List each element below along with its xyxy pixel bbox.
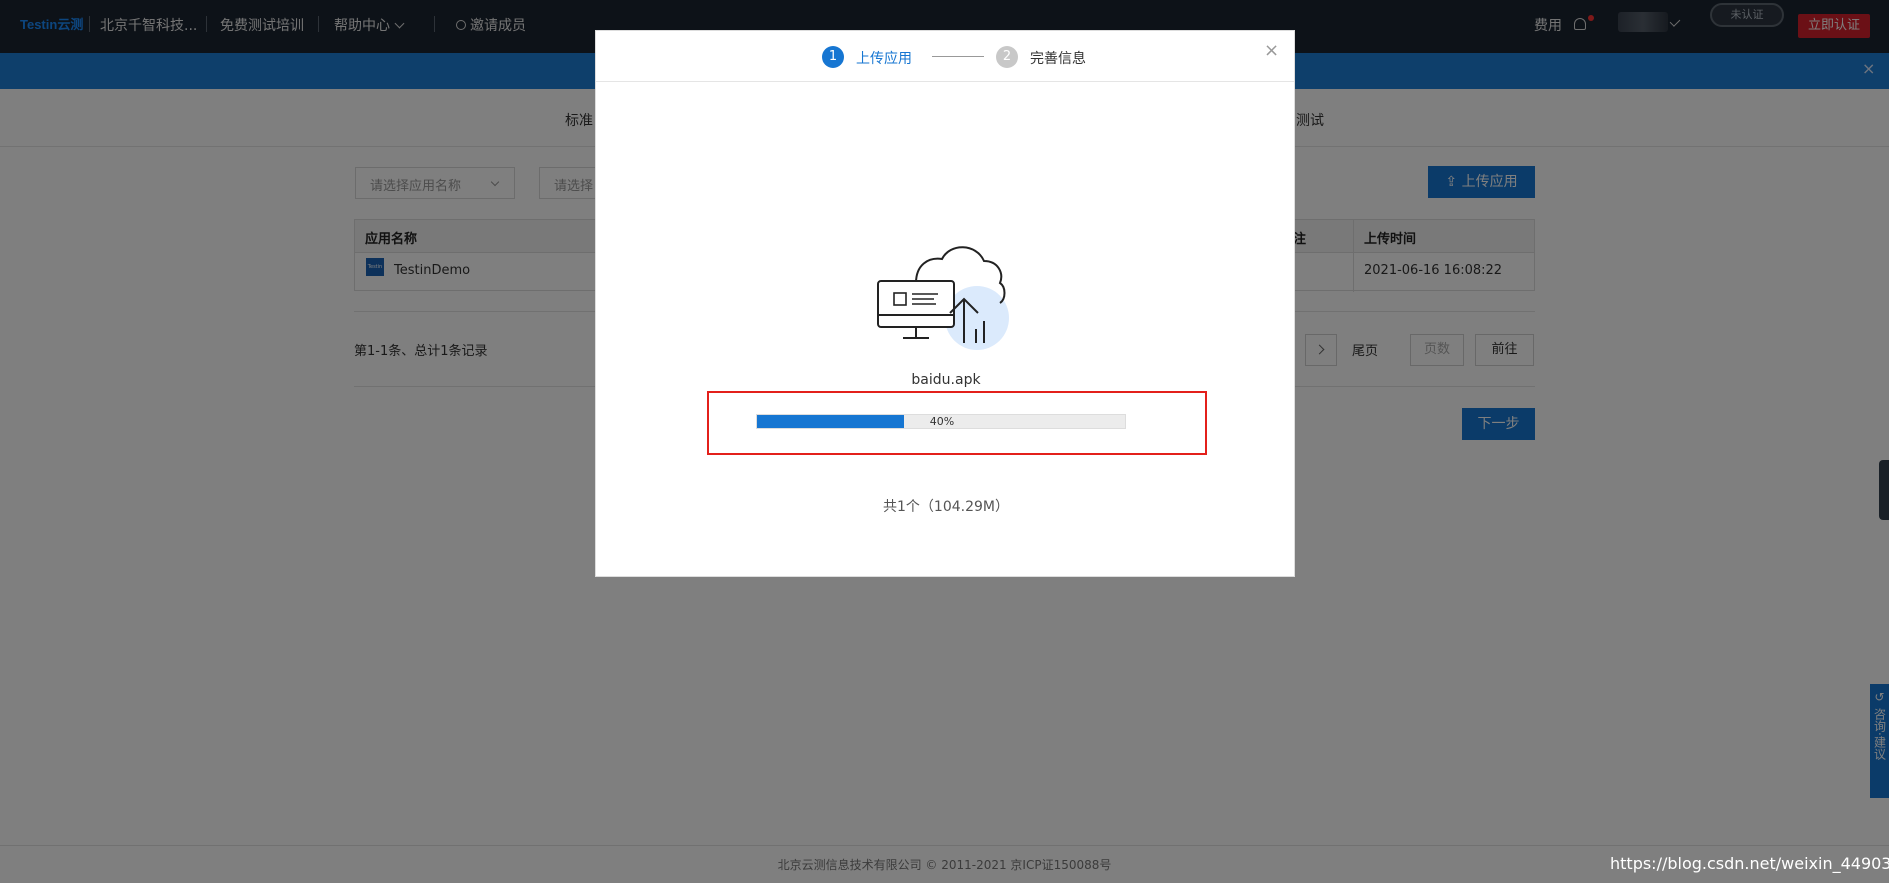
upload-summary: 共1个（104.29M） bbox=[883, 499, 1009, 515]
step-2-label: 完善信息 bbox=[1030, 51, 1086, 67]
step-2-indicator: 2 bbox=[996, 46, 1018, 68]
upload-file-name: baidu.apk bbox=[911, 372, 981, 388]
upload-progress-bar: 40% bbox=[756, 414, 1126, 429]
upload-modal: 1 上传应用 2 完善信息 × baidu.apk 40% 共1个（104.29… bbox=[595, 30, 1295, 577]
csdn-watermark: https://blog.csdn.net/weixin_44903941 bbox=[1610, 854, 1889, 873]
step-1-indicator: 1 bbox=[822, 46, 844, 68]
step-1-label: 上传应用 bbox=[856, 51, 912, 67]
modal-close-icon[interactable]: × bbox=[1264, 40, 1279, 61]
step-connector bbox=[932, 56, 984, 57]
progress-percent: 40% bbox=[929, 415, 955, 428]
cloud-upload-illustration bbox=[877, 246, 1009, 350]
